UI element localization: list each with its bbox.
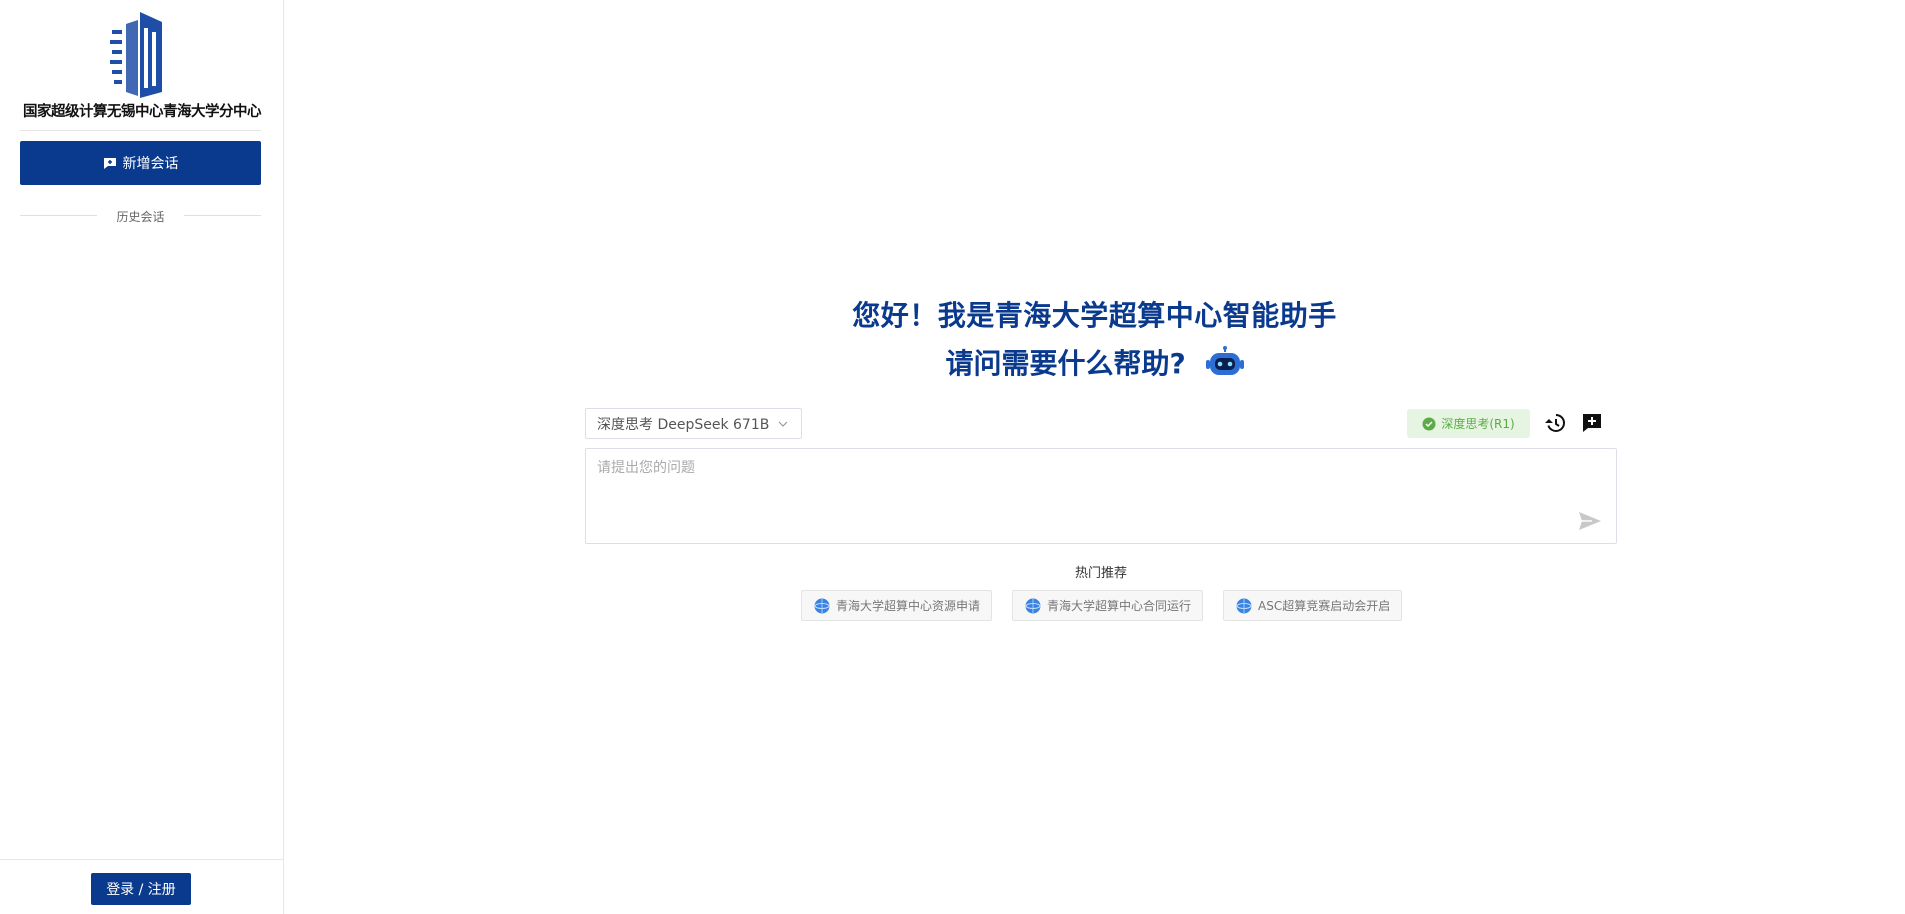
question-box [585,448,1617,544]
new-chat-icon [103,157,116,169]
sidebar-bottom-divider [0,859,284,860]
history-separator: 历史会话 [20,206,261,226]
hot-item-label: 青海大学超算中心资源申请 [836,599,981,613]
hot-recommend-title: 热门推荐 [1074,566,1127,581]
hot-item-asc-competition[interactable]: ASC超算竞赛启动会开启 [1223,590,1402,621]
globe-icon [1236,598,1252,613]
hot-item-contract-operation[interactable]: 青海大学超算中心合同运行 [1012,590,1203,621]
greeting-line-2-text: 请问需要什么帮助? [945,347,1186,380]
history-icon[interactable] [1544,412,1566,434]
check-circle-icon [1422,417,1436,430]
chevron-down-icon [778,421,788,427]
sidebar-divider [20,130,261,131]
logo: 国家超级计算无锡中心青海大学分中心 [0,0,284,128]
hot-item-resource-apply[interactable]: 青海大学超算中心资源申请 [801,590,992,621]
sidebar: 国家超级计算无锡中心青海大学分中心 新增会话 历史会话 登录 / 注册 [0,0,284,914]
new-chat-button[interactable]: 新增会话 [20,141,261,185]
new-chat-label: 新增会话 [122,156,179,172]
globe-icon [814,598,830,613]
question-input[interactable] [586,449,1566,543]
logo-text: 国家超级计算无锡中心青海大学分中心 [23,104,262,120]
deep-think-toggle[interactable]: 深度思考(R1) [1407,409,1530,438]
greeting-line-2: 请问需要什么帮助? [284,342,1905,382]
login-register-button[interactable]: 登录 / 注册 [91,873,191,905]
history-label: 历史会话 [116,210,165,224]
deep-think-label: 深度思考(R1) [1441,417,1515,431]
hot-item-label: ASC超算竞赛启动会开启 [1258,599,1391,613]
globe-icon [1025,598,1041,613]
model-select[interactable]: 深度思考 DeepSeek 671B [585,408,802,439]
hot-item-label: 青海大学超算中心合同运行 [1047,599,1192,613]
robot-icon [1205,346,1244,375]
send-icon[interactable] [1578,511,1602,531]
model-select-value: 深度思考 DeepSeek 671B [597,416,770,433]
greeting-line-1: 您好！我是青海大学超算中心智能助手 [852,299,1337,332]
add-chat-icon[interactable] [1581,412,1603,434]
separator-line-right [184,215,261,216]
logo-building-icon [110,12,162,98]
